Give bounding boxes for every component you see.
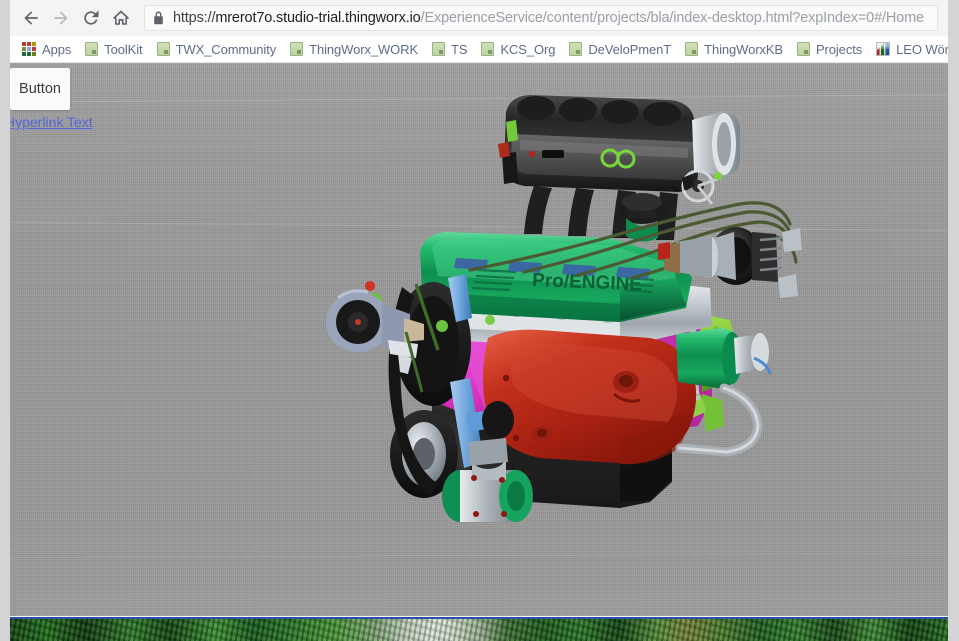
screenshot-root: https://mrerot7o.studio-trial.thingworx.… bbox=[0, 0, 959, 641]
bookmarks-bar: Apps ToolKit TWX_Community ThingWorx_WOR… bbox=[10, 36, 948, 63]
bookmark-label: Projects bbox=[815, 41, 863, 57]
desktop-wallpaper-strip bbox=[10, 617, 948, 641]
bookmark-thingworxkb[interactable]: ThingWorxKB bbox=[679, 38, 789, 60]
url-path: /ExperienceService/content/projects/bla/… bbox=[420, 10, 924, 26]
engine-3d-model[interactable]: Pro/ENGINE bbox=[320, 82, 820, 532]
forward-button[interactable] bbox=[46, 3, 76, 33]
bookmark-folder-icon bbox=[85, 42, 99, 56]
bookmark-label: ThingWorxKB bbox=[704, 41, 783, 57]
oil-filler-top bbox=[622, 193, 662, 211]
url-host: mrerot7o.studio-trial.thingworx.io bbox=[215, 10, 421, 26]
bookmark-projects[interactable]: Projects bbox=[791, 38, 868, 60]
flywheel-tab bbox=[702, 394, 724, 432]
bookmark-twx-community[interactable]: TWX_Community bbox=[151, 38, 283, 60]
home-button[interactable] bbox=[106, 3, 136, 33]
sensor-green-left bbox=[436, 320, 448, 332]
browser-window: https://mrerot7o.studio-trial.thingworx.… bbox=[10, 0, 948, 617]
url-scheme: https:// bbox=[173, 10, 216, 26]
manifold-label-plate bbox=[542, 150, 564, 158]
bookmark-label: TS bbox=[451, 41, 468, 57]
bookmark-folder-icon bbox=[432, 42, 446, 56]
back-button[interactable] bbox=[16, 3, 46, 33]
throttle-linkage bbox=[681, 169, 722, 205]
leo-dictionary-icon bbox=[876, 42, 891, 56]
experience-button-widget[interactable]: Button bbox=[10, 68, 70, 110]
lock-icon bbox=[153, 11, 164, 25]
cover-sensor bbox=[365, 281, 375, 291]
bookmark-label: TWX_Community bbox=[175, 41, 277, 57]
engine-model-graphic: Pro/ENGINE bbox=[326, 95, 802, 522]
coolant-pipe-boot bbox=[482, 401, 514, 439]
bookmark-folder-icon bbox=[156, 42, 170, 56]
bookmark-toolkit[interactable]: ToolKit bbox=[79, 38, 148, 60]
water-outlet bbox=[676, 328, 772, 388]
arrow-left-icon bbox=[24, 11, 38, 25]
browser-toolbar: https://mrerot7o.studio-trial.thingworx.… bbox=[10, 0, 948, 36]
bookmark-folder-icon bbox=[290, 42, 304, 56]
bookmark-label: KCS_Org bbox=[500, 41, 556, 57]
bookmark-label: LEO Wört bbox=[896, 41, 948, 57]
bookmark-leo-worterbuch[interactable]: LEO Wört bbox=[870, 38, 948, 60]
experience-viewport-3d[interactable]: Pro/ENGINE Button Hyperlink Text bbox=[10, 63, 948, 616]
bookmark-label: ThingWorx_WORK bbox=[309, 41, 419, 57]
bookmark-thingworx-work[interactable]: ThingWorx_WORK bbox=[284, 38, 424, 60]
sensor-green-mid bbox=[485, 315, 495, 325]
bookmark-folder-icon bbox=[796, 42, 810, 56]
bookmark-label: Apps bbox=[42, 41, 72, 57]
bookmark-kcs-org[interactable]: KCS_Org bbox=[475, 38, 561, 60]
manifold-left-plug bbox=[498, 142, 510, 158]
bookmark-folder-icon bbox=[685, 42, 699, 56]
wallpaper-texture bbox=[10, 619, 948, 641]
bookmark-folder-icon bbox=[481, 42, 495, 56]
throttle-bore bbox=[717, 122, 731, 166]
manifold-port-plug bbox=[529, 151, 535, 157]
bookmark-label: ToolKit bbox=[104, 41, 143, 57]
bookmark-label: DeVeloPmenT bbox=[588, 41, 672, 57]
home-icon bbox=[113, 10, 129, 25]
apps-grid-icon bbox=[22, 42, 36, 56]
address-bar[interactable]: https://mrerot7o.studio-trial.thingworx.… bbox=[144, 5, 938, 31]
bookmark-ts[interactable]: TS bbox=[426, 38, 473, 60]
url-text: https://mrerot7o.studio-trial.thingworx.… bbox=[173, 10, 924, 26]
bookmark-folder-icon bbox=[569, 42, 583, 56]
experience-hyperlink-widget[interactable]: Hyperlink Text bbox=[10, 114, 93, 130]
arrow-right-icon bbox=[54, 11, 68, 25]
bookmark-apps[interactable]: Apps bbox=[16, 38, 77, 60]
reload-icon bbox=[84, 10, 99, 25]
reload-button[interactable] bbox=[76, 3, 106, 33]
manifold-green-tab bbox=[506, 120, 518, 142]
bookmark-development[interactable]: DeVeloPmenT bbox=[563, 38, 677, 60]
